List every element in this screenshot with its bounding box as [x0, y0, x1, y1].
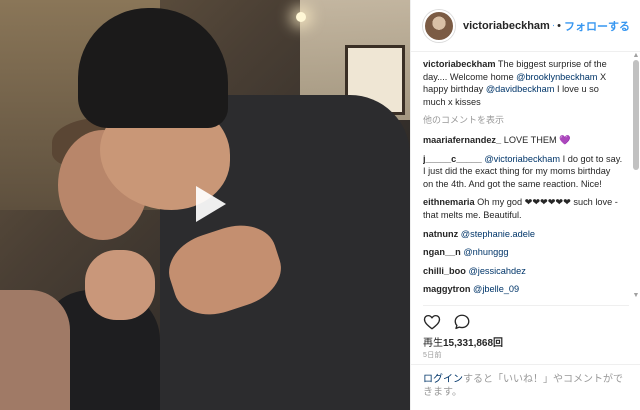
- scroll-down-arrow-icon[interactable]: ▼: [632, 292, 640, 300]
- comment-username[interactable]: natnunz: [423, 229, 458, 239]
- play-button[interactable]: [182, 178, 234, 230]
- verified-badge-icon: [552, 24, 555, 27]
- comments-scrollbar[interactable]: [633, 60, 639, 170]
- comment-mention[interactable]: @stephanie.adele: [461, 229, 535, 239]
- list-item: eithnemaria Oh my god ❤❤❤❤❤❤ such love -…: [423, 196, 623, 221]
- comment-bubble-icon[interactable]: [453, 313, 471, 331]
- post-sidebar: victoriabeckham • フォローする victoriabeckham…: [410, 0, 640, 410]
- heart-outline-icon[interactable]: [423, 313, 441, 331]
- video-tattoo-arm: [0, 290, 70, 410]
- login-prompt: ログインすると「いいね！」やコメントができます。: [411, 364, 640, 410]
- comment-username[interactable]: ngan__n: [423, 247, 461, 257]
- comment-username[interactable]: maariafernandez_: [423, 135, 501, 145]
- header-separator: •: [557, 19, 561, 32]
- login-link[interactable]: ログイン: [423, 374, 463, 385]
- post-timestamp: 5日前: [423, 352, 442, 359]
- video-player[interactable]: [0, 0, 410, 410]
- action-bar: [423, 305, 629, 331]
- video-lamp: [296, 12, 306, 22]
- caption-username[interactable]: victoriabeckham: [423, 59, 496, 69]
- follow-button[interactable]: フォローする: [564, 18, 630, 34]
- comment-username[interactable]: maggytron: [423, 284, 470, 294]
- list-item: j_____c_____ @victoriabeckham I do got t…: [423, 153, 623, 191]
- view-count-value: 15,331,868回: [443, 338, 504, 349]
- comments-list: victoriabeckham The biggest surprise of …: [423, 58, 623, 300]
- list-item: maariafernandez_ LOVE THEM 💜: [423, 134, 623, 147]
- comment-text: LOVE THEM: [503, 134, 557, 145]
- more-comments-link[interactable]: 他のコメントを表示: [423, 114, 623, 127]
- post-header: victoriabeckham • フォローする: [411, 0, 640, 52]
- comment-mention[interactable]: @victoriabeckham: [484, 154, 560, 164]
- comment-mention[interactable]: @nhunggg: [463, 247, 508, 257]
- list-item: maggytron @jbelle_09: [423, 283, 623, 296]
- comment-username[interactable]: eithnemaria: [423, 197, 475, 207]
- video-hand: [85, 250, 155, 320]
- list-item: natnunz @stephanie.adele: [423, 228, 623, 241]
- header-username[interactable]: victoriabeckham: [463, 20, 550, 32]
- list-item: ngan__n @nhunggg: [423, 246, 623, 259]
- comment-mention[interactable]: @jbelle_09: [473, 284, 519, 294]
- caption-mention-2[interactable]: @davidbeckham: [486, 84, 555, 94]
- scroll-up-arrow-icon[interactable]: ▲: [632, 52, 640, 60]
- avatar[interactable]: [423, 9, 455, 42]
- list-item: chilli_boo @jessicahdez: [423, 265, 623, 278]
- comment-username[interactable]: j_____c_____: [423, 154, 482, 164]
- video-beanie: [78, 8, 228, 128]
- comment-mention[interactable]: @jessicahdez: [468, 266, 525, 276]
- play-icon: [196, 186, 226, 222]
- comment-username[interactable]: chilli_boo: [423, 266, 466, 276]
- caption: victoriabeckham The biggest surprise of …: [423, 58, 623, 108]
- purple-heart-icon: 💜: [559, 134, 571, 145]
- view-count: 再生15,331,868回: [423, 334, 503, 349]
- view-count-label: 再生: [423, 338, 443, 349]
- caption-mention-1[interactable]: @brooklynbeckham: [516, 72, 597, 82]
